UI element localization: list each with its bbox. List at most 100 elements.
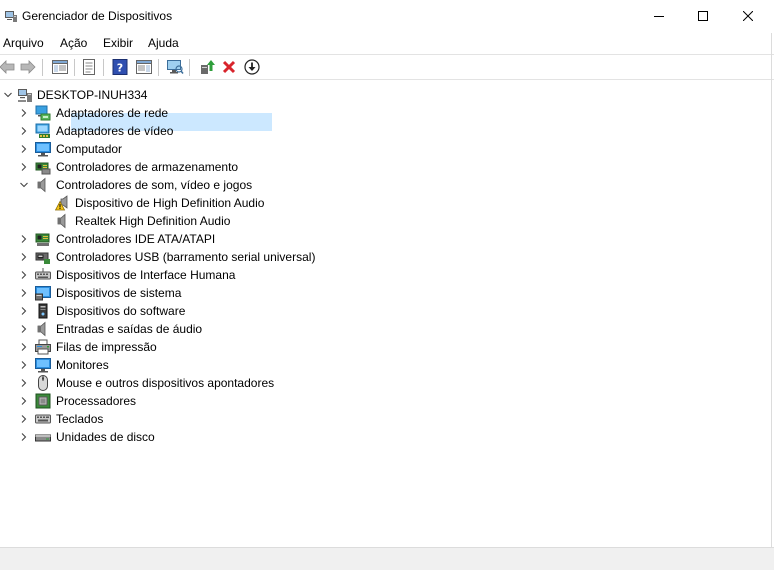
toolbar-separator	[103, 59, 104, 76]
toolbar: ?	[0, 54, 774, 80]
uninstall-device-button[interactable]	[219, 58, 239, 76]
show-hide-console-tree-button[interactable]	[50, 58, 70, 76]
chevron-right-icon[interactable]	[18, 374, 30, 392]
minimize-icon	[654, 16, 664, 17]
chevron-right-icon[interactable]	[18, 410, 30, 428]
toolbar-separator	[189, 59, 190, 76]
update-driver-button[interactable]	[242, 58, 262, 76]
tree-item-label: Unidades de disco	[56, 430, 155, 444]
maximize-button[interactable]	[680, 0, 726, 32]
system-device-icon	[35, 286, 51, 301]
title-bar[interactable]: Gerenciador de Dispositivos	[0, 0, 774, 32]
minimize-button[interactable]	[636, 0, 682, 32]
help-button[interactable]: ?	[110, 58, 130, 76]
maximize-icon	[698, 11, 708, 21]
chevron-right-icon[interactable]	[18, 104, 30, 122]
remove-x-icon	[222, 60, 236, 74]
tree-item-label: Controladores de som, vídeo e jogos	[56, 178, 253, 192]
keyboard-icon	[35, 414, 51, 424]
menu-arquivo[interactable]: Arquivo	[3, 36, 44, 50]
tree-item-storage-controllers[interactable]: Controladores de armazenamento	[0, 158, 400, 176]
device-manager-window: Gerenciador de Dispositivos Arquivo Ação…	[0, 0, 774, 570]
chevron-right-icon[interactable]	[18, 356, 30, 374]
tree-item-realtek-audio[interactable]: Realtek High Definition Audio	[50, 212, 280, 230]
chevron-right-icon[interactable]	[18, 266, 30, 284]
tree-item-network-adapters[interactable]: Adaptadores de rede	[0, 104, 400, 122]
speaker-icon	[37, 177, 46, 193]
speaker-icon	[57, 213, 66, 229]
tree-item-label: Dispositivos do software	[56, 304, 186, 318]
tree-item-label: Dispositivos de sistema	[56, 286, 182, 300]
tree-item-ide-controllers[interactable]: Controladores IDE ATA/ATAPI	[0, 230, 400, 248]
chevron-right-icon[interactable]	[18, 284, 30, 302]
menu-acao[interactable]: Ação	[60, 36, 87, 50]
chevron-down-icon[interactable]	[18, 176, 30, 194]
computer-host-icon	[18, 89, 32, 102]
tree-item-sound-video-game-controllers[interactable]: Controladores de som, vídeo e jogos	[0, 176, 400, 194]
tree-item-label: Teclados	[56, 412, 104, 426]
tree-item-label: Monitores	[56, 358, 109, 372]
chevron-right-icon[interactable]	[18, 392, 30, 410]
tree-item-monitors[interactable]: Monitores	[0, 356, 400, 374]
tree-item-software-devices[interactable]: Dispositivos do software	[0, 302, 400, 320]
tree-item-label: Mouse e outros dispositivos apontadores	[56, 376, 275, 390]
chevron-right-icon[interactable]	[18, 230, 30, 248]
back-arrow-icon	[0, 60, 15, 74]
tree-item-mice[interactable]: Mouse e outros dispositivos apontadores	[0, 374, 400, 392]
printer-icon	[35, 339, 51, 355]
toolbar-separator	[74, 59, 75, 76]
chevron-right-icon[interactable]	[18, 320, 30, 338]
tree-item-disk-drives[interactable]: Unidades de disco	[0, 428, 400, 446]
storage-controller-icon	[35, 162, 51, 175]
tree-item-audio-inputs-outputs[interactable]: Entradas e saídas de áudio	[0, 320, 400, 338]
chevron-right-icon[interactable]	[18, 428, 30, 446]
chevron-right-icon[interactable]	[18, 122, 30, 140]
chevron-right-icon[interactable]	[18, 248, 30, 266]
help-icon: ?	[112, 59, 128, 75]
tree-item-processors[interactable]: Processadores	[0, 392, 400, 410]
tree-item-display-adapters[interactable]: Adaptadores de vídeo	[0, 122, 400, 140]
scan-hardware-button[interactable]	[165, 58, 185, 76]
tree-root[interactable]: DESKTOP-INUH334	[0, 86, 200, 104]
disk-drive-icon	[35, 434, 51, 442]
tree-item-print-queues[interactable]: Filas de impressão	[0, 338, 400, 356]
tree-item-label: Entradas e saídas de áudio	[56, 322, 203, 336]
tree-item-label: Adaptadores de rede	[56, 106, 169, 120]
back-button[interactable]	[0, 58, 17, 76]
enable-device-button[interactable]	[197, 58, 217, 76]
tree-item-label: Dispositivo de High Definition Audio	[75, 196, 265, 210]
chevron-right-icon[interactable]	[18, 302, 30, 320]
tree-item-keyboards[interactable]: Teclados	[0, 410, 400, 428]
chevron-right-icon[interactable]	[18, 158, 30, 176]
chevron-down-icon[interactable]	[2, 86, 14, 104]
enable-device-icon	[201, 60, 215, 74]
forward-arrow-icon	[20, 60, 36, 74]
menu-ajuda[interactable]: Ajuda	[148, 36, 179, 50]
chevron-right-icon[interactable]	[18, 338, 30, 356]
network-adapter-icon	[35, 105, 51, 121]
action-pane-icon	[136, 60, 152, 74]
monitor-icon	[35, 358, 51, 373]
tree-item-system-devices[interactable]: Dispositivos de sistema	[0, 284, 400, 302]
properties-button[interactable]	[79, 58, 99, 76]
tree-item-hd-audio-device[interactable]: Dispositivo de High Definition Audio	[50, 194, 280, 212]
action-pane-button[interactable]	[134, 58, 154, 76]
mouse-icon	[38, 375, 48, 391]
tree-item-label: Controladores de armazenamento	[56, 160, 239, 174]
forward-button[interactable]	[18, 58, 38, 76]
chevron-right-icon[interactable]	[18, 140, 30, 158]
close-button[interactable]	[725, 0, 771, 32]
device-tree: DESKTOP-INUH334 Adaptadores de rede Adap…	[0, 81, 774, 547]
usb-controller-icon	[35, 252, 50, 264]
tree-item-label: Filas de impressão	[56, 340, 157, 354]
tree-item-label: Controladores IDE ATA/ATAPI	[56, 232, 216, 246]
tree-item-label: Adaptadores de vídeo	[56, 124, 174, 138]
close-icon	[743, 11, 753, 21]
tree-item-label: Realtek High Definition Audio	[75, 214, 231, 228]
tree-item-usb-controllers[interactable]: Controladores USB (barramento serial uni…	[0, 248, 400, 266]
scan-monitor-icon	[167, 60, 184, 74]
tree-item-computer[interactable]: Computador	[0, 140, 400, 158]
tree-item-human-interface-devices[interactable]: Dispositivos de Interface Humana	[0, 266, 400, 284]
ide-controller-icon	[35, 233, 50, 246]
menu-exibir[interactable]: Exibir	[103, 36, 133, 50]
